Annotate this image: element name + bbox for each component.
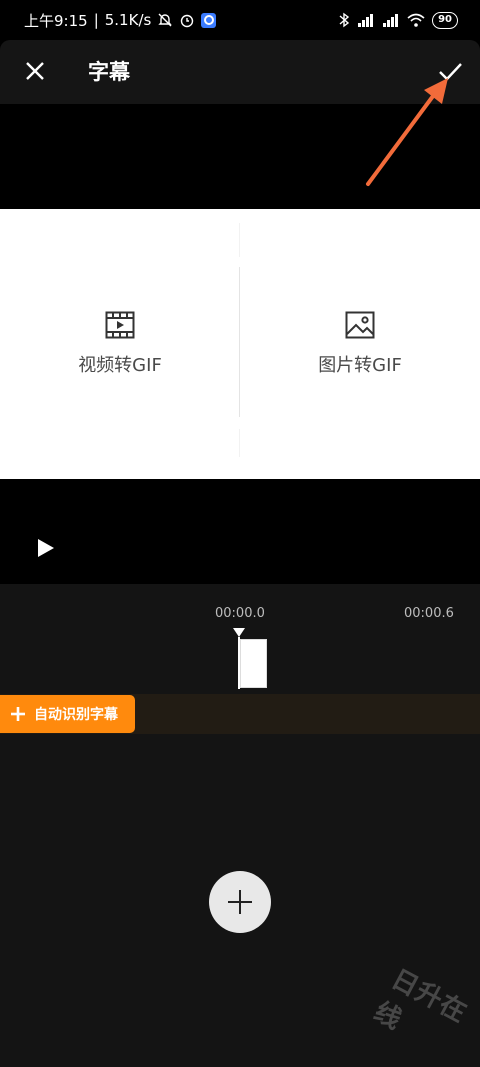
annotation-arrow <box>366 78 448 186</box>
status-bar: 上午9:15 | 5.1K/s 90 <box>0 0 480 40</box>
signal-icon-2 <box>383 14 399 27</box>
status-time: 上午9:15 <box>24 11 88 30</box>
plus-icon <box>11 707 25 721</box>
mute-icon <box>158 13 173 27</box>
time-current: 00:00.0 <box>215 606 265 621</box>
alarm-icon <box>181 14 194 28</box>
image-icon <box>345 311 375 339</box>
bluetooth-icon <box>339 12 350 28</box>
play-icon[interactable] <box>34 537 56 559</box>
close-icon[interactable] <box>20 56 50 86</box>
time-end: 00:00.6 <box>404 606 454 621</box>
auto-subtitle-button[interactable]: 自动识别字幕 <box>0 695 135 733</box>
status-separator: | <box>93 11 99 29</box>
image-to-gif-label: 图片转GIF <box>318 355 402 376</box>
network-speed: 5.1K/s <box>104 11 152 29</box>
status-right: 90 <box>338 11 458 29</box>
video-to-gif-pane: 视频转GIF <box>0 209 240 479</box>
film-icon <box>105 311 135 339</box>
playhead-marker[interactable] <box>233 628 245 637</box>
signal-icon <box>358 14 374 27</box>
wifi-icon <box>407 13 425 27</box>
add-subtitle-button[interactable] <box>209 871 271 933</box>
clip-thumbnail[interactable] <box>240 639 267 688</box>
video-to-gif-label: 视频转GIF <box>78 355 162 376</box>
video-frame: 视频转GIF 图片转GIF <box>0 209 480 479</box>
app-notification-icon <box>201 12 217 28</box>
image-to-gif-pane: 图片转GIF <box>240 209 480 479</box>
battery-indicator: 90 <box>432 11 458 29</box>
status-left: 上午9:15 | 5.1K/s <box>24 10 217 31</box>
auto-subtitle-label: 自动识别字幕 <box>34 707 118 723</box>
plus-icon <box>228 890 252 914</box>
playhead-line[interactable] <box>238 637 240 689</box>
page-title: 字幕 <box>88 60 130 84</box>
